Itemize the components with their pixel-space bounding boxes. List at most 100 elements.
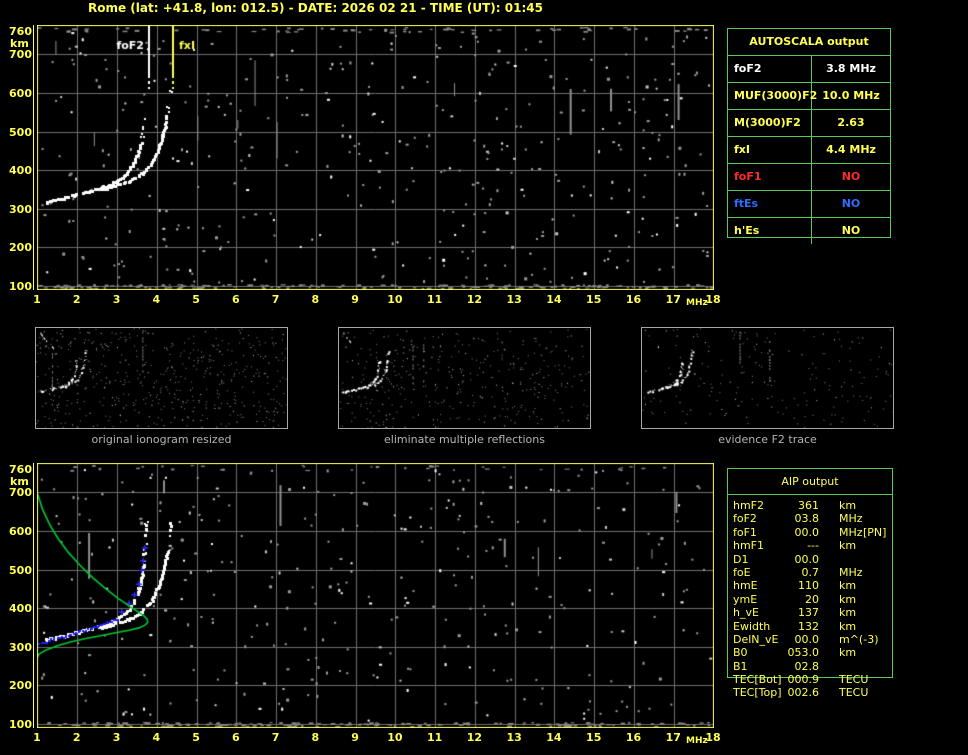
x-tick-label: 11 [426, 731, 443, 744]
y-axis-unit-label: km [10, 475, 29, 488]
autoscala-row-fof1: foF1 NO [728, 163, 890, 190]
x-tick-label: 16 [625, 731, 642, 744]
parameter-value: 03.8 [794, 512, 820, 526]
parameter-value: 110 [798, 579, 819, 593]
y-tick-label: 500 [9, 563, 32, 577]
aip-row-hmf1: hmF1 --- km [727, 539, 907, 552]
y-axis-line [33, 463, 34, 728]
bottom-ionogram-plot [37, 463, 714, 728]
y-tick-label: 300 [9, 640, 32, 654]
parameter-unit: TECU [839, 673, 869, 687]
parameter-unit: km [839, 579, 857, 593]
parameter-label: hmF1 [733, 539, 765, 553]
parameter-unit: MHz [839, 565, 863, 579]
parameter-label: M(3000)F2 [728, 110, 812, 136]
parameter-label: ftEs [728, 191, 812, 217]
x-tick-label: 13 [506, 293, 522, 306]
x-tick-label: 3 [112, 293, 121, 306]
parameter-label: B0 [733, 646, 748, 660]
x-tick-label: 2 [72, 731, 81, 744]
aip-row-d1: D1 00.0 [727, 553, 907, 566]
parameter-value: 00.0 [794, 632, 820, 646]
x-tick-label: 10 [387, 293, 403, 306]
y-tick-label: 100 [9, 280, 32, 293]
y-tick-label: 700 [9, 486, 32, 500]
parameter-unit: km [839, 592, 857, 606]
aip-row-b0: B0 053.0 km [727, 646, 907, 659]
parameter-value: NO [841, 224, 861, 237]
parameter-unit: km [839, 646, 857, 660]
thumbnail-eliminate-reflections [338, 327, 591, 429]
x-tick-label: 13 [506, 731, 522, 744]
x-tick-label: 5 [192, 293, 200, 306]
x-tick-label: 12 [466, 293, 483, 306]
parameter-value: 00.0 [794, 525, 820, 539]
autoscala-window: Rome (lat: +41.8, lon: 012.5) - DATE: 20… [0, 0, 968, 755]
parameter-value: 0.7 [801, 565, 820, 579]
aip-row-b1: B1 02.8 [727, 660, 907, 673]
parameter-label: h'Es [728, 218, 812, 244]
aip-row-tecbot: TEC[Bot] 000.9 TECU [727, 673, 907, 686]
parameter-value: NO [841, 170, 861, 183]
x-tick-label: 12 [466, 731, 483, 744]
aip-row-foe: foE 0.7 MHz [727, 566, 907, 579]
parameter-label: D1 [733, 552, 749, 566]
x-tick-label: 11 [426, 293, 443, 306]
y-tick-label: 300 [9, 202, 32, 216]
x-tick-label: 9 [351, 293, 359, 306]
x-tick-label: 7 [271, 293, 280, 306]
x-tick-label: 10 [387, 731, 403, 744]
thumbnail-original-ionogram-canvas [36, 328, 287, 428]
autoscala-row-fxi: fxI 4.4 MHz [728, 136, 890, 163]
parameter-label: h_vE [733, 606, 759, 620]
parameter-value: 137 [798, 606, 819, 620]
aip-row-ewidth: Ewidth 132 km [727, 620, 907, 633]
parameter-flag: [PN] [863, 525, 887, 539]
y-tick-label: 200 [9, 241, 32, 255]
autoscala-table-rows: foF2 3.8 MHz MUF(3000)F2 10.0 MHz M(3000)F2 2… [728, 55, 890, 244]
parameter-label: foF2 [733, 512, 757, 526]
parameter-unit: TECU [839, 686, 869, 700]
aip-row-hmf2: hmF2 361 km [727, 499, 907, 512]
x-tick-label: 9 [351, 731, 359, 744]
x-tick-label: 1 [33, 731, 41, 744]
parameter-label: foF1 [728, 164, 812, 190]
parameter-value: 053.0 [787, 646, 820, 660]
thumbnail-evidence-f2-trace [641, 327, 894, 429]
parameter-label: foE [733, 565, 751, 579]
y-tick-label: 200 [9, 679, 32, 693]
autoscala-output-table: AUTOSCALA output foF2 3.8 MHz MUF(3000)F2 1… [727, 28, 891, 244]
parameter-value: 3.8 MHz [826, 62, 876, 75]
parameter-label: foF2 [728, 56, 812, 82]
parameter-unit: km [839, 539, 857, 553]
x-tick-label: 8 [311, 731, 320, 744]
thumbnail-evidence-f2-trace-canvas [642, 328, 893, 428]
y-tick-label: 600 [9, 87, 32, 100]
autoscala-row-fof2: foF2 3.8 MHz [728, 55, 890, 82]
y-tick-label: 600 [9, 525, 32, 538]
parameter-label: hmE [733, 579, 758, 593]
aip-row-yme: ymE 20 km [727, 593, 907, 606]
autoscala-row-m3000f2: M(3000)F2 2.63 [728, 109, 890, 136]
parameter-value: 10.0 MHz [822, 89, 880, 102]
x-tick-label: 14 [546, 731, 562, 744]
x-tick-label: 15 [586, 293, 602, 306]
parameter-label: fxI [728, 137, 812, 163]
parameter-value: 02.8 [794, 659, 820, 673]
parameter-label: ymE [733, 592, 758, 606]
parameter-label: MUF(3000)F2 [728, 83, 817, 109]
x-axis-unit-label: MHz [686, 736, 708, 746]
parameter-value: 00.0 [794, 552, 820, 566]
thumbnail-eliminate-reflections-canvas [339, 328, 590, 428]
parameter-label: Ewidth [733, 619, 771, 633]
autoscala-row-ftes: ftEs NO [728, 190, 890, 217]
parameter-unit: km [839, 499, 857, 512]
parameter-value: 002.6 [787, 686, 820, 700]
x-axis-unit-label: MHz [686, 298, 708, 308]
parameter-value: 2.63 [837, 116, 865, 129]
x-tick-label: 5 [192, 731, 200, 744]
parameter-label: foF1 [733, 525, 757, 539]
x-tick-label: 17 [665, 731, 681, 744]
parameter-unit: km [839, 606, 857, 620]
station-date-time-title: Rome (lat: +41.8, lon: 012.5) - DATE: 20… [88, 1, 543, 15]
